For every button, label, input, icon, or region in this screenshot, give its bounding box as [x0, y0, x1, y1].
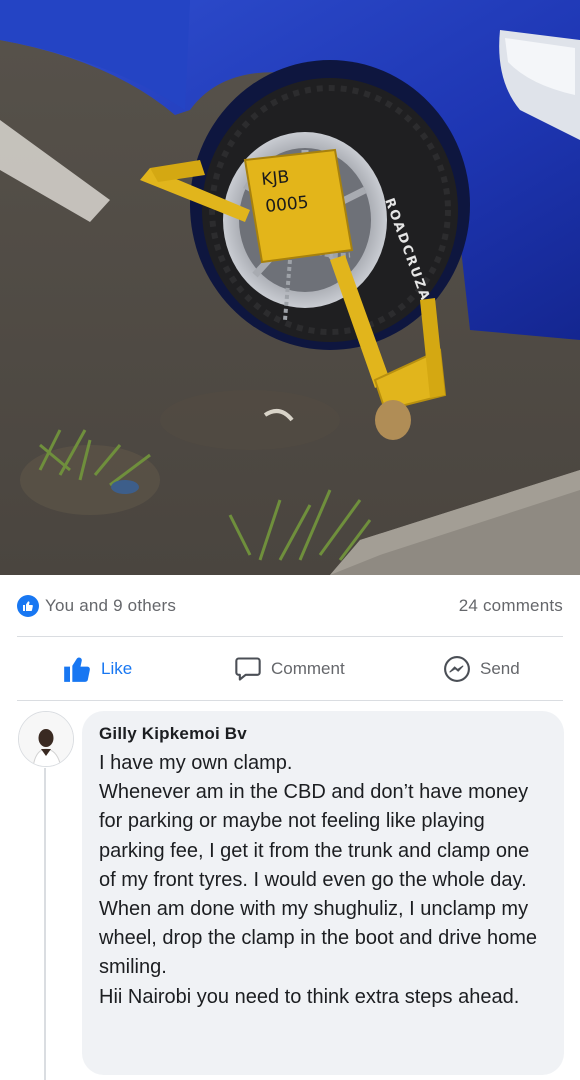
- reactions-bar: You and 9 others 24 comments: [0, 575, 580, 637]
- comment-author[interactable]: Gilly Kipkemoi Bv: [99, 723, 550, 745]
- plate-line-1: KJB: [260, 167, 290, 190]
- comment-text: I have my own clamp. Whenever am in the …: [99, 752, 538, 1008]
- like-label: Like: [101, 658, 133, 678]
- avatar[interactable]: [18, 711, 74, 767]
- send-button[interactable]: Send: [443, 655, 520, 683]
- reply-thread-line: [44, 768, 46, 1080]
- car-wheel-clamp-photo: ROADCRUZA KJB 0005: [0, 0, 580, 575]
- post-actions: Like Comment Send: [0, 637, 580, 700]
- comment-label: Comment: [271, 658, 345, 678]
- divider: [17, 700, 563, 701]
- like-badge-icon: [17, 595, 39, 617]
- reaction-count-text: You and 9 others: [45, 596, 177, 615]
- comments-count-link[interactable]: 24 comments: [459, 596, 563, 616]
- messenger-icon: [444, 655, 470, 682]
- comment-bubble[interactable]: Gilly Kipkemoi Bv I have my own clamp. W…: [82, 711, 564, 1075]
- thumbs-up-icon: [64, 657, 90, 682]
- post-photo[interactable]: ROADCRUZA KJB 0005: [0, 0, 580, 575]
- user-avatar-image: [19, 712, 73, 766]
- like-button[interactable]: Like: [62, 655, 132, 683]
- comment-button[interactable]: Comment: [234, 655, 345, 683]
- send-label: Send: [480, 658, 520, 678]
- comment-icon: [235, 656, 261, 681]
- reaction-summary[interactable]: You and 9 others: [17, 595, 176, 617]
